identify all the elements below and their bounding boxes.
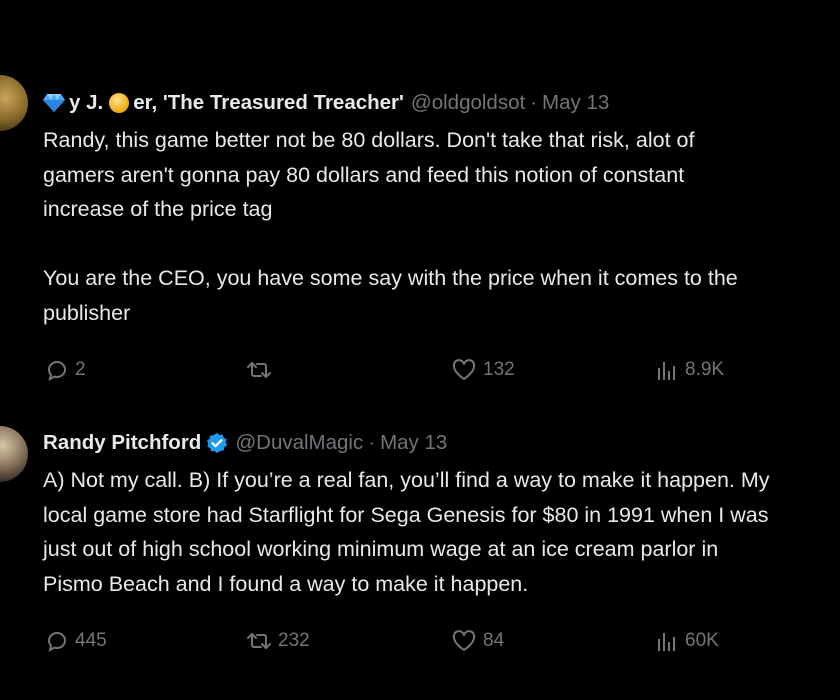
avatar[interactable] [0, 75, 28, 131]
tweet-text-line: Randy, this game better not be 80 dollar… [43, 128, 695, 152]
tweet-text-line: publisher [43, 300, 131, 325]
tweet-text-line: Pismo Beach and I found a way to make it… [43, 571, 529, 596]
repost-icon [247, 362, 271, 378]
tweet-date[interactable]: May 13 [542, 91, 609, 115]
like-button[interactable]: 132 [451, 355, 515, 385]
gem-emoji-icon [43, 93, 65, 113]
reply-button[interactable]: 445 [45, 626, 107, 656]
user-handle[interactable]: @oldgoldsot [411, 91, 525, 115]
display-name-suffix[interactable]: er, 'The Treasured Treacher' [133, 91, 404, 115]
like-count: 132 [483, 359, 515, 380]
tweet-header: y J. er, 'The Treasured Treacher' @oldgo… [43, 89, 609, 117]
verified-badge-icon [206, 432, 228, 454]
avatar[interactable] [0, 426, 28, 482]
repost-count: 232 [278, 630, 310, 651]
display-name[interactable]: Randy Pitchford [43, 431, 201, 455]
separator-dot: · [368, 431, 376, 454]
tweet-text-line: just out of high school working minimum … [43, 537, 719, 561]
repost-button[interactable] [246, 355, 278, 385]
like-count: 84 [483, 630, 505, 651]
views-button[interactable]: 60K [655, 626, 719, 656]
view-count: 60K [685, 630, 719, 651]
tweet-1[interactable]: y J. er, 'The Treasured Treacher' @oldgo… [0, 0, 840, 400]
tweet-actions: 445 232 84 60K [43, 626, 803, 656]
views-icon [658, 362, 675, 380]
like-button[interactable]: 84 [451, 626, 504, 656]
tweet-text-line: increase of the price tag [43, 197, 273, 221]
heart-icon [452, 630, 476, 651]
repost-button[interactable]: 232 [246, 626, 310, 656]
reply-icon [47, 631, 67, 652]
tweet-actions: 2 132 8.9K [43, 355, 803, 385]
display-name[interactable]: y J. [69, 91, 103, 115]
reply-count: 2 [75, 359, 86, 380]
heart-icon [452, 359, 476, 380]
tweet-text-line: local game store had Starflight for Sega… [43, 502, 769, 527]
views-icon [658, 633, 675, 651]
view-count: 8.9K [685, 359, 725, 380]
tweet-2[interactable]: Randy Pitchford @DuvalMagic · May 13 A) … [0, 400, 840, 700]
tweet-text-line [43, 227, 840, 262]
views-button[interactable]: 8.9K [655, 355, 724, 385]
tweet-text-line: gamers aren't gonna pay 80 dollars and f… [43, 162, 685, 187]
tweet-header: Randy Pitchford @DuvalMagic · May 13 [43, 429, 447, 457]
tweet-date[interactable]: May 13 [380, 431, 447, 455]
repost-icon [247, 633, 271, 649]
reply-count: 445 [75, 630, 107, 651]
tweet-text: A) Not my call. B) If you’re a real fan,… [43, 463, 840, 601]
separator-dot: · [530, 91, 538, 114]
tweet-text-line: You are the CEO, you have some say with … [43, 266, 738, 290]
user-handle[interactable]: @DuvalMagic [235, 431, 363, 455]
medal-emoji-icon [109, 93, 130, 113]
reply-icon [47, 360, 67, 381]
reply-button[interactable]: 2 [45, 355, 86, 385]
tweet-text-line: A) Not my call. B) If you’re a real fan,… [43, 468, 770, 492]
tweet-text: Randy, this game better not be 80 dollar… [43, 123, 840, 330]
